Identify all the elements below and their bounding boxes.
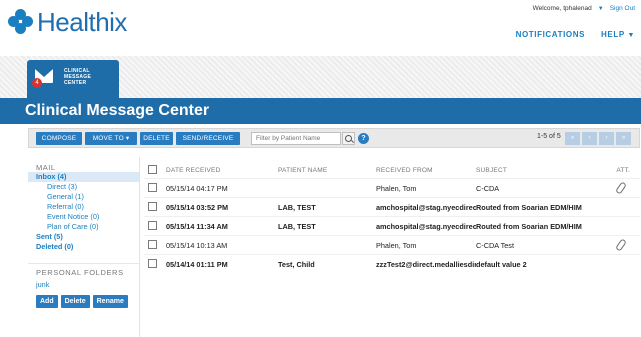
clinical-message-center-tile[interactable]: 4 CLINICAL MESSAGE CENTER	[27, 60, 119, 100]
search-icon[interactable]	[342, 132, 355, 145]
folder-plan-of-care[interactable]: Plan of Care (0)	[28, 222, 139, 232]
message-rows: 05/15/14 04:17 PM Phalen, Tom C-CDA 05/15/1…	[144, 178, 640, 273]
folder-inbox[interactable]: Inbox (4)	[28, 172, 139, 182]
pager-count: 1-5 of 5	[537, 133, 561, 140]
table-row[interactable]: 05/15/14 04:17 PM Phalen, Tom C-CDA	[144, 178, 640, 197]
next-page-button[interactable]: ›	[599, 132, 614, 145]
add-folder-button[interactable]: Add	[36, 295, 58, 308]
folder-sent[interactable]: Sent (5)	[28, 232, 139, 242]
paperclip-icon	[615, 181, 627, 195]
column-date-received[interactable]: DATE RECEIVED	[166, 167, 274, 174]
compose-button[interactable]: COMPOSE	[36, 132, 82, 145]
paperclip-icon	[615, 238, 627, 252]
sign-out-link[interactable]: Sign Out	[610, 5, 635, 12]
table-row[interactable]: 05/14/14 01:11 PM Test, Child zzzTest2@dir…	[144, 254, 640, 273]
cell-subject: C-CDA Test	[476, 241, 514, 250]
folder-deleted[interactable]: Deleted (0)	[28, 242, 139, 252]
cell-from: amchospital@stag.nyecdirect.org	[376, 203, 476, 212]
message-list: DATE RECEIVED PATIENT NAME RECEIVED FROM…	[144, 164, 640, 273]
folder-actions: Add Delete Rename	[28, 290, 139, 308]
select-all-checkbox[interactable]	[148, 165, 157, 174]
cell-subject: C-CDA	[476, 184, 500, 193]
cell-subject: Routed from Soarian EDM/HIM	[476, 222, 582, 231]
personal-folders-header: PERSONAL FOLDERS	[28, 263, 139, 280]
row-checkbox[interactable]	[148, 259, 157, 268]
cell-date: 05/15/14 11:34 AM	[166, 222, 228, 231]
rename-folder-button[interactable]: Rename	[92, 295, 128, 308]
table-row[interactable]: 05/15/14 03:52 PM LAB, TEST amchospital@st…	[144, 197, 640, 216]
cell-from: amchospital@stag.nyecdirect.org	[376, 222, 476, 231]
folder-general[interactable]: General (1)	[28, 192, 139, 202]
title-bar: Clinical Message Center	[0, 98, 641, 124]
help-icon[interactable]: ?	[358, 133, 369, 144]
row-checkbox[interactable]	[148, 240, 157, 249]
healthix-logo[interactable]: Healthix	[8, 8, 127, 36]
patient-filter-input[interactable]	[251, 132, 341, 145]
app-header: Healthix Welcome, tphalenad ▼ Sign Out N…	[0, 0, 641, 56]
prev-page-button[interactable]: ‹	[582, 132, 597, 145]
column-received-from[interactable]: RECEIVED FROM	[376, 167, 476, 174]
table-row[interactable]: 05/15/14 10:13 AM Phalen, Tom C-CDA Test	[144, 235, 640, 254]
delete-button[interactable]: DELETE	[140, 132, 173, 145]
row-checkbox[interactable]	[148, 202, 157, 211]
column-subject[interactable]: SUBJECT	[476, 167, 600, 174]
cell-from: Phalen, Tom	[376, 241, 417, 250]
folder-sidebar: MAIL Inbox (4) Direct (3) General (1) Re…	[28, 157, 140, 337]
unread-count-badge: 4	[32, 78, 42, 88]
mail-header: MAIL	[36, 163, 56, 172]
cell-subject: Routed from Soarian EDM/HIM	[476, 203, 582, 212]
move-to-button[interactable]: MOVE TO ▾	[85, 132, 137, 145]
help-menu[interactable]: HELP ▼	[601, 30, 635, 39]
cell-date: 05/15/14 03:52 PM	[166, 203, 229, 212]
chevron-down-icon: ▼	[627, 32, 635, 39]
healthix-logo-icon	[8, 9, 34, 35]
cell-date: 05/14/14 01:11 PM	[166, 260, 228, 269]
personal-folder-junk[interactable]: junk	[28, 280, 139, 290]
send-receive-button[interactable]: SEND/RECEIVE	[176, 132, 240, 145]
move-to-label: MOVE TO	[92, 135, 124, 142]
row-checkbox[interactable]	[148, 183, 157, 192]
cell-from: zzzTest2@direct.medalliesdir	[376, 260, 476, 269]
table-row[interactable]: 05/15/14 11:34 AM LAB, TEST amchospital@st…	[144, 216, 640, 235]
help-label: HELP	[601, 30, 625, 39]
cell-date: 05/15/14 04:17 PM	[166, 184, 228, 193]
delete-folder-button[interactable]: Delete	[60, 295, 90, 308]
message-toolbar: COMPOSE MOVE TO ▾ DELETE SEND/RECEIVE ? …	[28, 128, 640, 148]
welcome-text: Welcome, tphalenad	[532, 5, 592, 12]
cell-from: Phalen, Tom	[376, 184, 417, 193]
last-page-button[interactable]: »	[616, 132, 631, 145]
brand-name: Healthix	[37, 7, 127, 37]
notifications-link[interactable]: NOTIFICATIONS	[516, 30, 585, 39]
cell-patient: Test, Child	[278, 260, 315, 269]
cell-date: 05/15/14 10:13 AM	[166, 241, 228, 250]
folder-event-notice[interactable]: Event Notice (0)	[28, 212, 139, 222]
user-bar: Welcome, tphalenad ▼ Sign Out	[533, 5, 635, 12]
tile-label: CLINICAL MESSAGE CENTER	[64, 68, 92, 86]
user-menu-caret-icon[interactable]: ▼	[598, 6, 604, 12]
column-patient-name[interactable]: PATIENT NAME	[278, 167, 368, 174]
page-title: Clinical Message Center	[25, 102, 210, 119]
cell-patient: LAB, TEST	[278, 203, 316, 212]
column-attachment: ATT.	[616, 167, 630, 174]
chevron-down-icon: ▾	[125, 135, 130, 142]
cell-subject: default value 2	[476, 260, 527, 269]
folder-referral[interactable]: Referral (0)	[28, 202, 139, 212]
first-page-button[interactable]: «	[565, 132, 580, 145]
list-header: DATE RECEIVED PATIENT NAME RECEIVED FROM…	[144, 164, 640, 178]
row-checkbox[interactable]	[148, 221, 157, 230]
cell-patient: LAB, TEST	[278, 222, 316, 231]
folder-direct[interactable]: Direct (3)	[28, 182, 139, 192]
top-nav: NOTIFICATIONS HELP ▼	[516, 30, 635, 39]
